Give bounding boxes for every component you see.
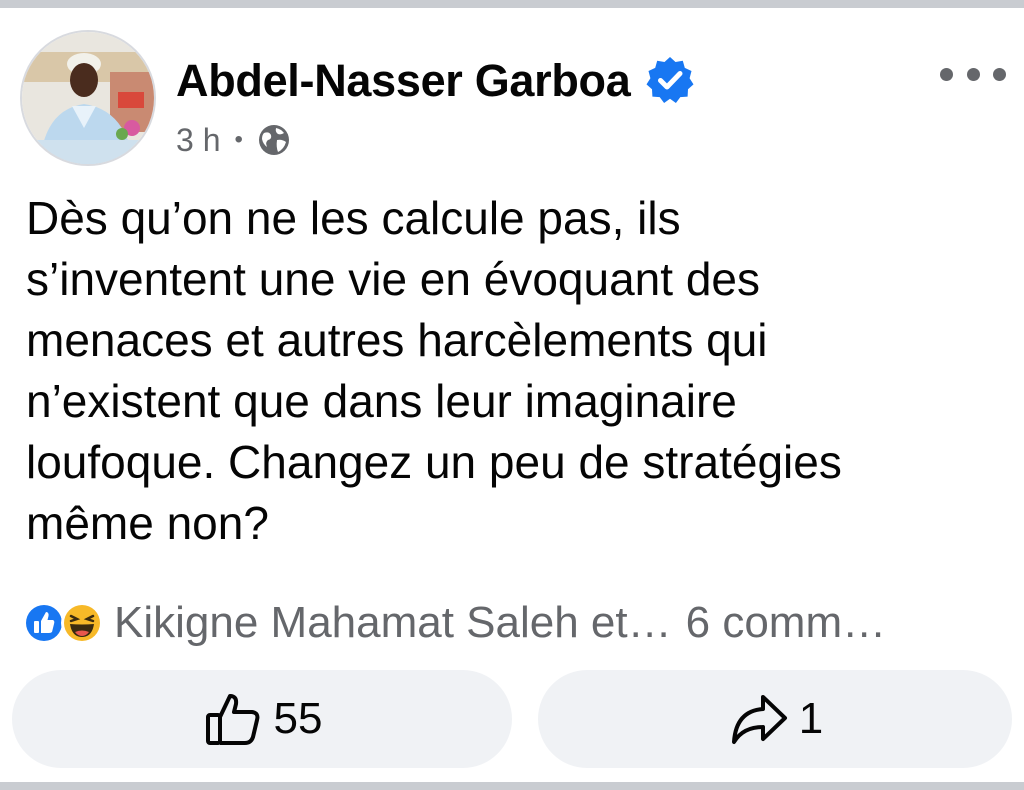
- share-count: 1: [798, 694, 824, 743]
- like-button[interactable]: 55: [12, 670, 512, 768]
- reaction-summary[interactable]: Kikigne Mahamat Saleh et… 6 comm…: [22, 596, 886, 650]
- avatar-photo: [22, 32, 154, 164]
- post-time[interactable]: 3 h: [176, 122, 220, 159]
- top-divider: [0, 0, 1024, 8]
- author-row: Abdel-Nasser Garboa: [176, 52, 696, 108]
- reactors-text[interactable]: Kikigne Mahamat Saleh et…: [114, 598, 672, 648]
- post-text: Dès qu’on ne les calcule pas, ils s’inve…: [26, 192, 842, 549]
- meta-separator: •: [234, 126, 243, 153]
- verified-badge-icon: [644, 54, 696, 106]
- thumbs-up-icon: [205, 694, 259, 745]
- globe-icon[interactable]: [257, 123, 291, 157]
- reaction-icons: [22, 601, 104, 645]
- share-arrow-icon: [731, 695, 787, 744]
- post-meta: 3 h •: [176, 120, 291, 160]
- like-count: 55: [273, 694, 323, 743]
- share-button[interactable]: 1: [538, 670, 1012, 768]
- haha-reaction-icon: [61, 602, 103, 644]
- author-name[interactable]: Abdel-Nasser Garboa: [176, 58, 631, 103]
- more-options-icon[interactable]: [940, 58, 1006, 90]
- comments-count[interactable]: 6 comm…: [686, 598, 886, 648]
- author-avatar[interactable]: [20, 30, 156, 166]
- bottom-divider: [0, 782, 1024, 790]
